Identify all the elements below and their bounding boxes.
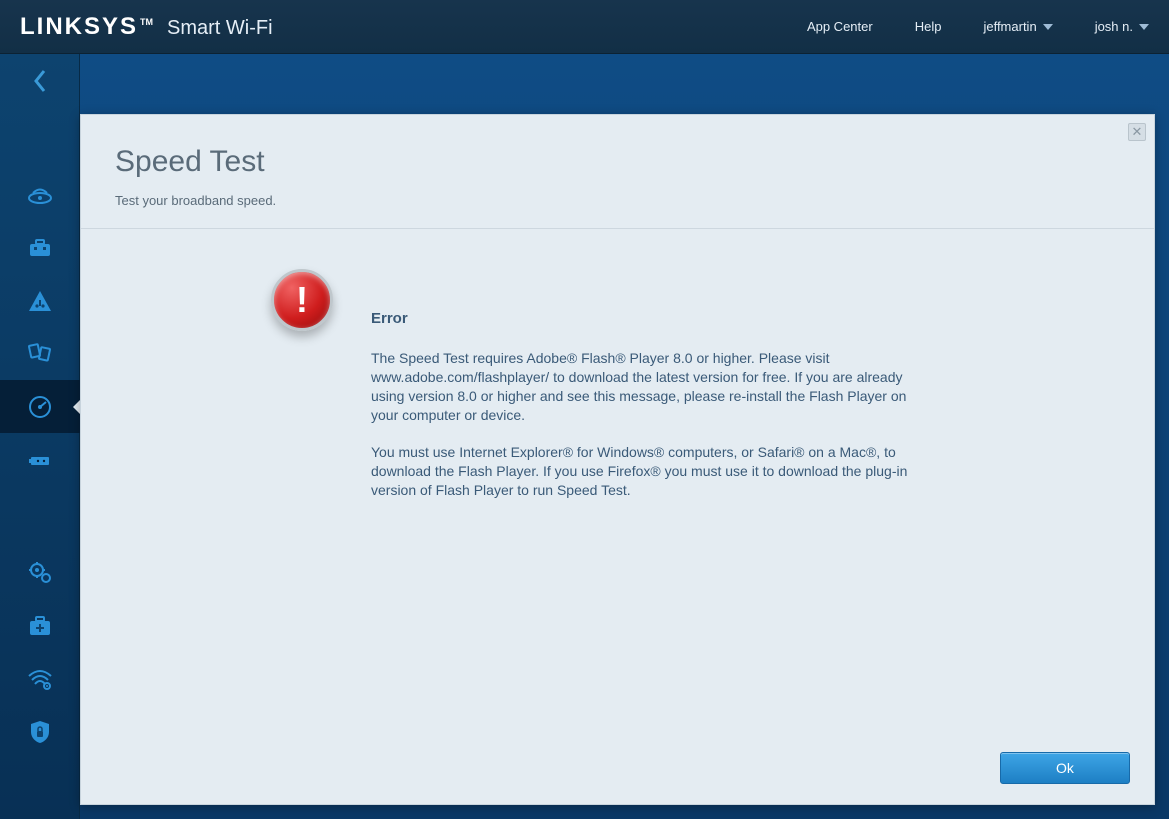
nav-user-network[interactable]: jeffmartin <box>983 19 1052 34</box>
media-icon <box>27 342 53 366</box>
panel-footer: Ok <box>81 738 1154 804</box>
app-header: LINKSYSTM Smart Wi-Fi App Center Help je… <box>0 0 1169 54</box>
nav-app-center-label: App Center <box>807 19 873 34</box>
error-paragraph-2: You must use Internet Explorer® for Wind… <box>371 443 931 500</box>
sidebar-item-parental[interactable] <box>0 274 80 327</box>
sidebar-item-settings[interactable] <box>0 546 80 599</box>
panel-header: Speed Test Test your broadband speed. <box>81 115 1154 229</box>
sidebar-item-toolbox[interactable] <box>0 221 80 274</box>
sidebar <box>0 54 80 819</box>
sidebar-item-usb[interactable] <box>0 433 80 486</box>
error-heading: Error <box>371 309 931 329</box>
ok-button[interactable]: Ok <box>1000 752 1130 784</box>
alert-icon: ! <box>271 269 333 331</box>
shield-lock-icon <box>28 719 52 745</box>
sidebar-item-router[interactable] <box>0 168 80 221</box>
panel-close-button[interactable]: ✕ <box>1128 123 1146 141</box>
nav-app-center[interactable]: App Center <box>807 19 873 34</box>
sidebar-item-wireless[interactable] <box>0 652 80 705</box>
router-icon <box>27 184 53 206</box>
error-paragraph-1: The Speed Test requires Adobe® Flash® Pl… <box>371 349 931 425</box>
sidebar-item-speedtest[interactable] <box>0 380 80 433</box>
gauge-icon <box>27 394 53 420</box>
medkit-icon <box>27 614 53 638</box>
nav-user-account[interactable]: josh n. <box>1095 19 1149 34</box>
chevron-down-icon <box>1139 24 1149 30</box>
brand-text: LINKSYS <box>20 13 138 40</box>
brand-block: LINKSYSTM Smart Wi-Fi <box>20 13 273 41</box>
wifi-icon <box>26 668 54 690</box>
nav-help[interactable]: Help <box>915 19 942 34</box>
error-icon-container: ! <box>271 309 341 718</box>
panel-subtitle: Test your broadband speed. <box>115 193 1120 208</box>
sidebar-item-security[interactable] <box>0 705 80 758</box>
panel-body: ! Error The Speed Test requires Adobe® F… <box>81 229 1154 738</box>
nav-help-label: Help <box>915 19 942 34</box>
chevron-left-icon <box>32 69 48 93</box>
speed-test-panel: ✕ Speed Test Test your broadband speed. … <box>80 114 1155 805</box>
toolbox-icon <box>27 237 53 259</box>
brand-logo: LINKSYSTM <box>20 13 153 41</box>
brand-subtitle: Smart Wi-Fi <box>167 17 273 40</box>
main-area: ✕ Speed Test Test your broadband speed. … <box>80 54 1169 819</box>
nav-user-network-label: jeffmartin <box>983 19 1036 34</box>
body-area: ✕ Speed Test Test your broadband speed. … <box>0 54 1169 819</box>
ok-button-label: Ok <box>1056 760 1074 776</box>
panel-title: Speed Test <box>115 145 1120 179</box>
header-links: App Center Help jeffmartin josh n. <box>807 19 1149 34</box>
chevron-down-icon <box>1043 24 1053 30</box>
usb-icon <box>27 450 53 470</box>
sidebar-item-diagnostics[interactable] <box>0 599 80 652</box>
sidebar-back-button[interactable] <box>10 64 70 98</box>
tm-mark: TM <box>140 17 153 27</box>
error-text-block: Error The Speed Test requires Adobe® Fla… <box>371 309 931 718</box>
nav-user-account-label: josh n. <box>1095 19 1133 34</box>
gear-icon <box>27 560 53 586</box>
parental-icon <box>27 289 53 313</box>
sidebar-item-media[interactable] <box>0 327 80 380</box>
alert-glyph: ! <box>296 279 308 321</box>
close-icon: ✕ <box>1132 124 1143 139</box>
